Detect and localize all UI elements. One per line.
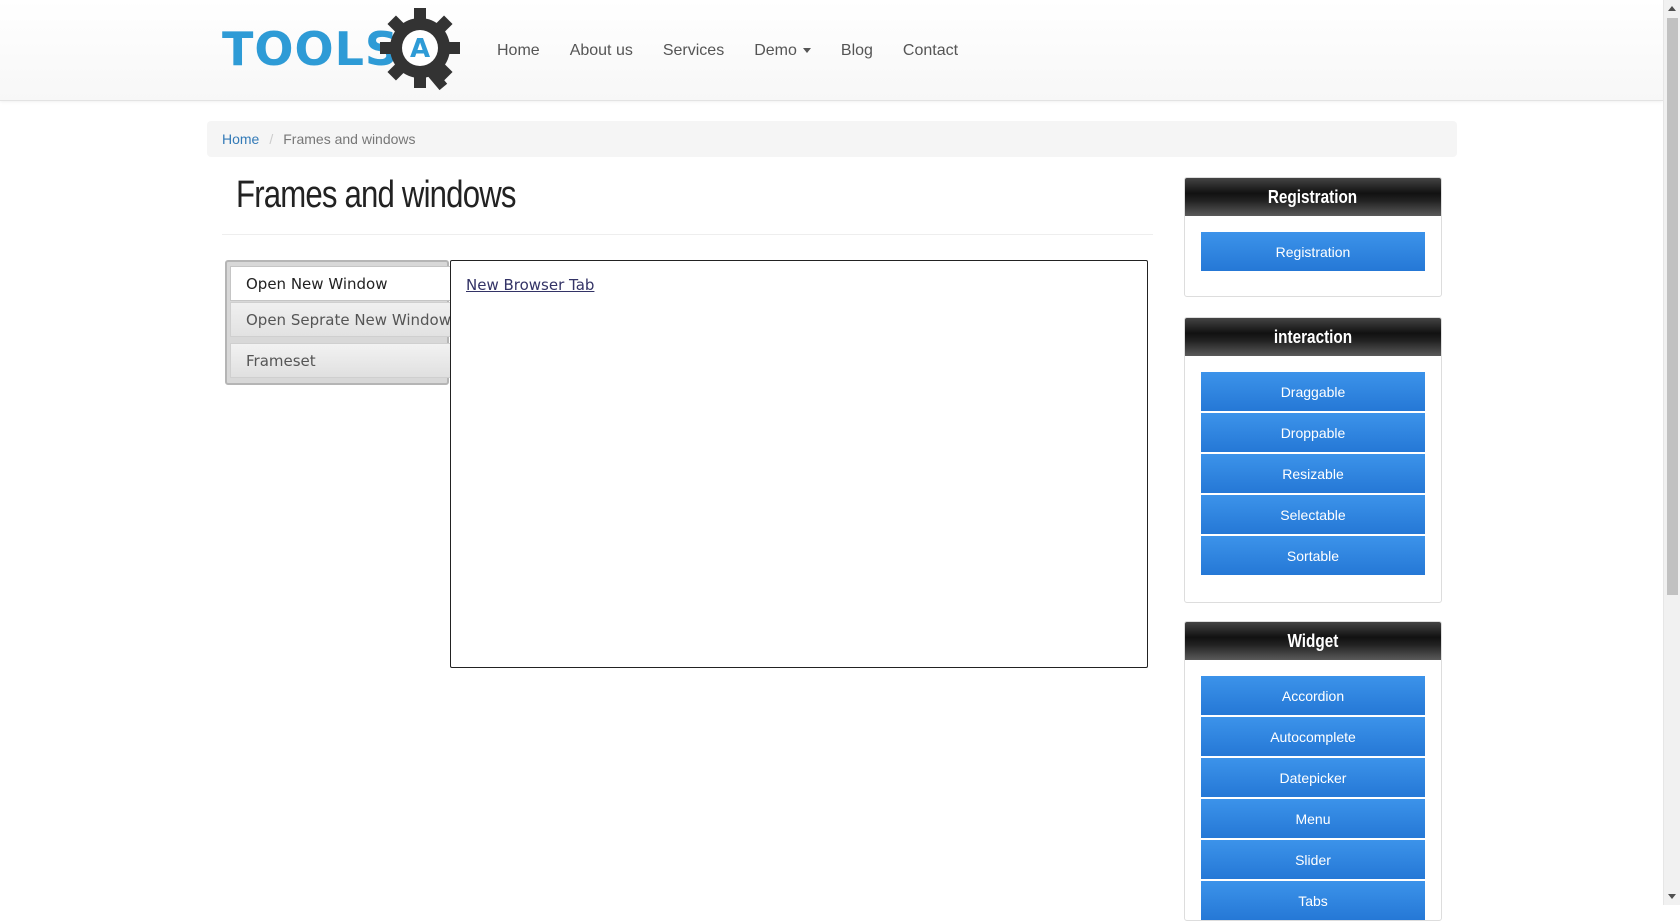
registration-button[interactable]: Registration bbox=[1201, 232, 1425, 271]
nav-contact[interactable]: Contact bbox=[888, 42, 973, 60]
tab-open-new-window[interactable]: Open New Window bbox=[230, 266, 453, 301]
page-title: Frames and windows bbox=[236, 174, 516, 216]
menu-button[interactable]: Menu bbox=[1201, 799, 1425, 838]
title-divider bbox=[222, 234, 1153, 235]
nav-demo-label: Demo bbox=[754, 41, 797, 59]
top-navbar: TOOLS A Home About us Services Demo Blog… bbox=[0, 0, 1663, 101]
widget-title: Registration bbox=[1268, 186, 1358, 207]
nav-about-us[interactable]: About us bbox=[555, 42, 648, 60]
main-nav: Home About us Services Demo Blog Contact bbox=[482, 0, 973, 101]
draggable-button[interactable]: Draggable bbox=[1201, 372, 1425, 411]
resizable-button[interactable]: Resizable bbox=[1201, 454, 1425, 493]
nav-demo-dropdown[interactable]: Demo bbox=[739, 42, 826, 60]
tab-open-separate-new-window[interactable]: Open Seprate New Window bbox=[230, 302, 453, 337]
scroll-down-icon[interactable] bbox=[1668, 894, 1676, 899]
tabs-button[interactable]: Tabs bbox=[1201, 881, 1425, 920]
autocomplete-button[interactable]: Autocomplete bbox=[1201, 717, 1425, 756]
new-browser-tab-link[interactable]: New Browser Tab bbox=[466, 276, 594, 294]
page-scrollbar[interactable] bbox=[1663, 0, 1680, 905]
selectable-button[interactable]: Selectable bbox=[1201, 495, 1425, 534]
widget-widget: Widget Accordion Autocomplete Datepicker… bbox=[1184, 621, 1442, 921]
tab-list: Open New Window Open Seprate New Window … bbox=[225, 260, 453, 385]
widget-header: Widget bbox=[1185, 622, 1441, 660]
breadcrumb-current: Frames and windows bbox=[283, 131, 416, 147]
widget-header: interaction bbox=[1185, 318, 1441, 356]
tab-frameset[interactable]: Frameset bbox=[230, 343, 453, 378]
scroll-thumb[interactable] bbox=[1667, 18, 1678, 595]
toolsqa-logo[interactable]: TOOLS A bbox=[222, 6, 472, 94]
sortable-button[interactable]: Sortable bbox=[1201, 536, 1425, 575]
slider-button[interactable]: Slider bbox=[1201, 840, 1425, 879]
interaction-widget: interaction Draggable Droppable Resizabl… bbox=[1184, 317, 1442, 603]
breadcrumb-separator: / bbox=[269, 131, 274, 147]
registration-widget: Registration Registration bbox=[1184, 177, 1442, 297]
tab-panel: New Browser Tab bbox=[450, 260, 1148, 668]
caret-down-icon bbox=[802, 48, 811, 53]
logo-gear-letter: A bbox=[410, 34, 430, 64]
gear-logo-icon: A bbox=[380, 8, 460, 91]
widget-title: interaction bbox=[1273, 326, 1353, 347]
breadcrumb: Home / Frames and windows bbox=[207, 121, 1457, 157]
nav-services[interactable]: Services bbox=[648, 42, 739, 60]
accordion-button[interactable]: Accordion bbox=[1201, 676, 1425, 715]
widget-title: Widget bbox=[1287, 630, 1339, 651]
scroll-up-icon[interactable] bbox=[1668, 6, 1676, 11]
logo-text: TOOLS bbox=[222, 22, 400, 76]
breadcrumb-home-link[interactable]: Home bbox=[222, 131, 259, 147]
nav-home[interactable]: Home bbox=[482, 42, 555, 60]
widget-header: Registration bbox=[1185, 178, 1441, 216]
datepicker-button[interactable]: Datepicker bbox=[1201, 758, 1425, 797]
nav-blog[interactable]: Blog bbox=[826, 42, 888, 60]
droppable-button[interactable]: Droppable bbox=[1201, 413, 1425, 452]
